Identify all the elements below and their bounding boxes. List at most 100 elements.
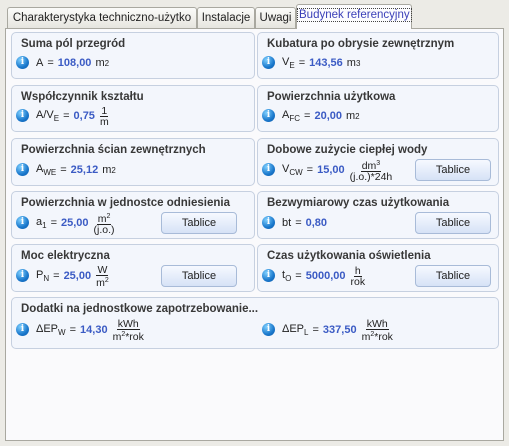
unit-fraction: kWh m2*rok [361, 317, 393, 343]
equals-sign: = [50, 217, 58, 229]
variable: a1 [36, 216, 47, 230]
unit-fraction: Wm2 [96, 263, 109, 289]
formula: VE = 143,56 m3 [282, 53, 360, 73]
value: 5000,00 [305, 270, 346, 282]
info-icon[interactable]: i [262, 216, 275, 229]
card-title: Powierzchnia użytkowa [267, 91, 396, 103]
formula: bt = 0,80 [282, 213, 327, 233]
equals-sign: = [304, 110, 311, 122]
info-icon[interactable]: i [262, 56, 275, 69]
tab-instalacje[interactable]: Instalacje [197, 7, 255, 28]
variable: PN [36, 269, 50, 283]
value: 25,12 [70, 164, 99, 176]
variable: VCW [282, 163, 303, 177]
unit-fraction: m2 (j.o.) [93, 212, 115, 236]
value: 0,75 [73, 110, 95, 122]
value: 0,80 [305, 217, 328, 229]
unit: m2 [102, 164, 116, 176]
value: 15,00 [317, 164, 345, 176]
variable: AFC [282, 109, 301, 123]
tab-uwagi[interactable]: Uwagi [255, 7, 296, 28]
formula-dep-w: ΔEPW = 14,30 kWh m2*rok [36, 317, 145, 343]
equals-sign: = [306, 164, 314, 176]
card-title: Dodatki na jednostkowe zapotrzebowanie..… [21, 303, 259, 315]
variable: bt [282, 217, 292, 229]
card-bezwymiarowy: Bezwymiarowy czas użytkowania i bt = 0,8… [257, 191, 499, 239]
card-czas-oswietlenia: Czas użytkowania oświetlenia i tO = 5000… [257, 244, 499, 292]
tablice-button[interactable]: Tablice [161, 265, 237, 287]
tab-panel: Suma pól przegród i A = 108,00 m2 Kubatu… [5, 28, 504, 441]
unit-fraction: dm3 (j.o.)*24h [349, 159, 393, 183]
equals-sign: = [298, 57, 306, 69]
equals-sign: = [60, 164, 67, 176]
card-title: Czas użytkowania oświetlenia [267, 250, 431, 262]
unit-fraction: kWh m2*rok [112, 317, 144, 343]
variable: ΔEPW [36, 323, 66, 337]
card-title: Bezwymiarowy czas użytkowania [267, 197, 450, 209]
unit-fraction: 1m [99, 104, 109, 128]
equals-sign: = [295, 217, 302, 229]
tab-label: Budynek referencyjny [297, 8, 412, 22]
card-title: Powierzchnia w jednostce odniesienia [21, 197, 230, 209]
value: 25,00 [63, 270, 92, 282]
unit-fraction: h rok [350, 264, 366, 288]
card-dodatki: Dodatki na jednostkowe zapotrzebowanie..… [11, 297, 499, 349]
value: 14,30 [80, 324, 108, 336]
equals-sign: = [312, 324, 319, 336]
variable: A [36, 57, 44, 69]
formula: A/VE = 0,75 1m [36, 104, 110, 128]
card-title: Współczynnik kształtu [21, 91, 144, 103]
card-pow-jednostce: Powierzchnia w jednostce odniesienia i a… [11, 191, 255, 239]
info-icon[interactable]: i [262, 323, 275, 336]
card-title: Kubatura po obrysie zewnętrznym [267, 38, 455, 50]
variable: ΔEPL [282, 323, 309, 337]
variable: tO [282, 269, 292, 283]
info-icon[interactable]: i [16, 216, 29, 229]
info-icon[interactable]: i [262, 109, 275, 122]
variable: VE [282, 56, 295, 70]
tab-bar: Charakterystyka techniczno-użytko Instal… [0, 0, 509, 29]
value: 337,50 [322, 324, 357, 336]
card-suma-pol: Suma pól przegród i A = 108,00 m2 [11, 32, 255, 79]
formula: VCW = 15,00 dm3 (j.o.)*24h [282, 159, 393, 183]
equals-sign: = [47, 57, 54, 69]
tab-charakterystyka[interactable]: Charakterystyka techniczno-użytko [7, 7, 197, 28]
tablice-button[interactable]: Tablice [415, 212, 491, 234]
unit: m2 [345, 110, 360, 122]
equals-sign: = [63, 110, 70, 122]
info-icon[interactable]: i [16, 163, 29, 176]
info-icon[interactable]: i [262, 163, 275, 176]
card-moc: Moc elektryczna i PN = 25,00 Wm2 Tablice [11, 244, 255, 292]
card-title: Suma pól przegród [21, 38, 126, 50]
card-pow-uzytkowa: Powierzchnia użytkowa i AFC = 20,00 m2 [257, 85, 499, 132]
equals-sign: = [295, 270, 302, 282]
info-icon[interactable]: i [16, 109, 29, 122]
info-icon[interactable]: i [262, 269, 275, 282]
unit: m3 [346, 57, 361, 69]
formula: A = 108,00 m2 [36, 53, 109, 73]
tab-budynek-referencyjny[interactable]: Budynek referencyjny [296, 4, 412, 29]
tablice-button[interactable]: Tablice [161, 212, 237, 234]
card-title: Powierzchnia ścian zewnętrznych [21, 144, 206, 156]
formula: PN = 25,00 Wm2 [36, 263, 110, 289]
card-kubatura: Kubatura po obrysie zewnętrznym i VE = 1… [257, 32, 499, 79]
card-title: Moc elektryczna [21, 250, 110, 262]
value: 108,00 [57, 57, 92, 69]
formula: tO = 5000,00 h rok [282, 264, 366, 288]
formula-dep-l: ΔEPL = 337,50 kWh m2*rok [282, 317, 394, 343]
formula: AWE = 25,12 m2 [36, 160, 116, 180]
equals-sign: = [69, 324, 77, 336]
variable: AWE [36, 163, 57, 177]
info-icon[interactable]: i [16, 56, 29, 69]
info-icon[interactable]: i [16, 269, 29, 282]
formula: AFC = 20,00 m2 [282, 106, 360, 126]
card-wspolczynnik: Współczynnik kształtu i A/VE = 0,75 1m [11, 85, 255, 132]
tablice-button[interactable]: Tablice [415, 265, 491, 287]
card-title: Dobowe zużycie ciepłej wody [267, 144, 428, 156]
value: 143,56 [309, 57, 343, 69]
value: 20,00 [314, 110, 342, 122]
value: 25,00 [61, 217, 89, 229]
card-cwu: Dobowe zużycie ciepłej wody i VCW = 15,0… [257, 138, 499, 186]
info-icon[interactable]: i [16, 323, 29, 336]
tablice-button[interactable]: Tablice [415, 159, 491, 181]
